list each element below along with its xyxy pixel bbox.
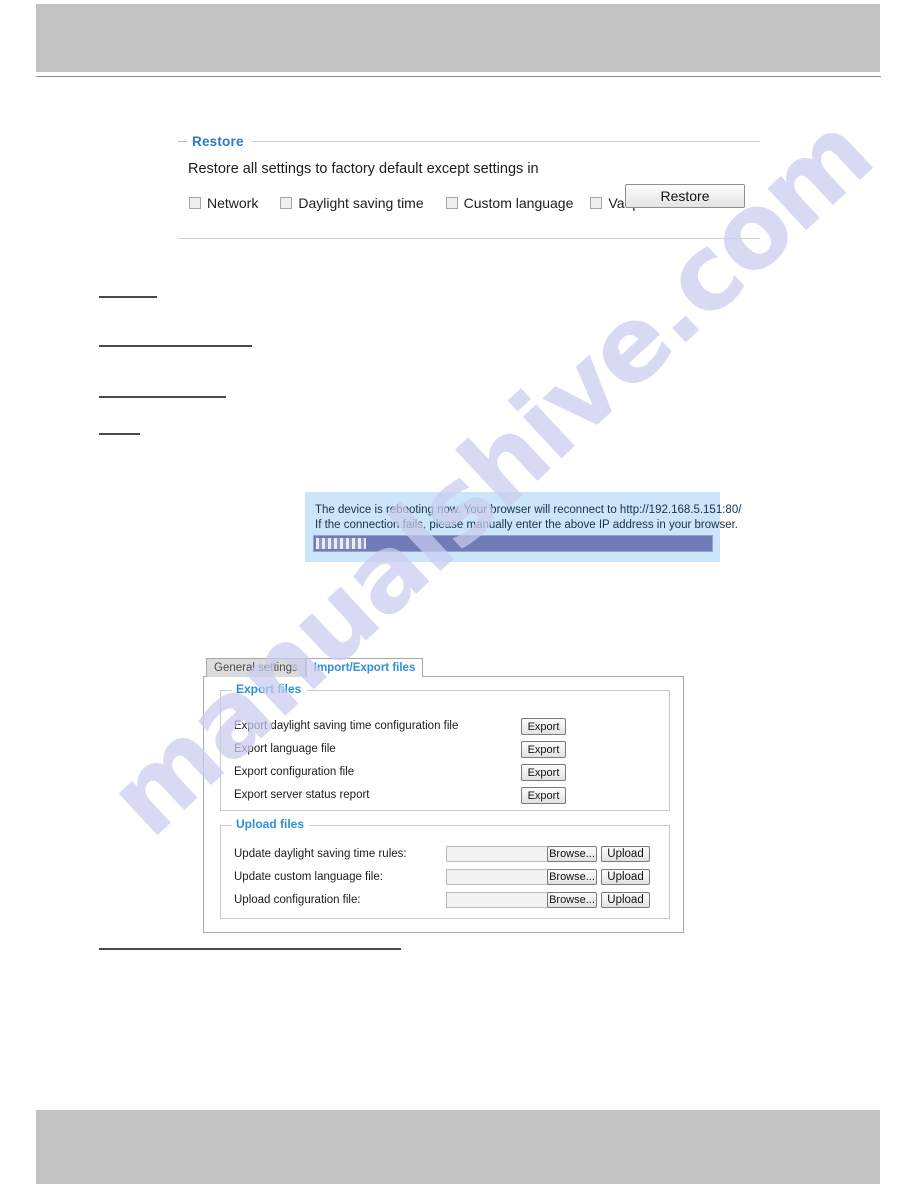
- reboot-message-line-1: The device is rebooting now. Your browse…: [315, 504, 742, 516]
- restore-options-group: Network Daylight saving time Custom lang…: [189, 191, 640, 215]
- checkbox-network[interactable]: Network: [189, 195, 258, 211]
- browse-configuration-file-button[interactable]: Browse...: [547, 892, 597, 908]
- restore-button[interactable]: Restore: [625, 184, 745, 208]
- restore-description: Restore all settings to factory default …: [188, 161, 539, 177]
- export-row: Export server status report: [234, 785, 370, 805]
- upload-custom-language-button[interactable]: Upload: [601, 869, 650, 885]
- upload-row: Update daylight saving time rules:: [234, 844, 407, 864]
- export-row: Export language file: [234, 739, 336, 759]
- upload-files-fieldset: Upload files Update daylight saving time…: [220, 817, 670, 919]
- redacted-text-underline: [99, 948, 401, 950]
- tab-import-export-files[interactable]: Import/Export files: [305, 658, 424, 677]
- checkbox-daylight-saving-time[interactable]: Daylight saving time: [280, 195, 424, 211]
- configuration-file-input[interactable]: [446, 892, 551, 908]
- page-header-divider: [36, 76, 881, 77]
- restore-legend-label: Restore: [192, 133, 244, 149]
- export-row: Export configuration file: [234, 762, 354, 782]
- export-row-label: Export daylight saving time configuratio…: [234, 720, 459, 732]
- browse-custom-language-button[interactable]: Browse...: [547, 869, 597, 885]
- upload-configuration-file-button[interactable]: Upload: [601, 892, 650, 908]
- reboot-progress-fill: [316, 538, 366, 549]
- upload-row: Update custom language file:: [234, 867, 383, 887]
- checkbox-label: Daylight saving time: [298, 195, 424, 211]
- upload-row: Upload configuration file:: [234, 890, 361, 910]
- redacted-text-underline: [99, 396, 226, 398]
- legend-dash: [178, 140, 187, 142]
- export-configuration-file-button[interactable]: Export: [521, 764, 566, 781]
- daylight-saving-rules-file-input[interactable]: [446, 846, 551, 862]
- checkbox-box-icon[interactable]: [189, 197, 201, 209]
- upload-row-label: Update daylight saving time rules:: [234, 848, 407, 860]
- export-daylight-saving-time-button[interactable]: Export: [521, 718, 566, 735]
- export-row: Export daylight saving time configuratio…: [234, 716, 458, 736]
- export-files-fieldset: Export files Export daylight saving time…: [220, 682, 670, 811]
- checkbox-box-icon[interactable]: [445, 197, 458, 209]
- browse-daylight-saving-rules-button[interactable]: Browse...: [547, 846, 597, 862]
- restore-legend: Restore: [178, 133, 760, 149]
- checkbox-box-icon[interactable]: [280, 197, 293, 209]
- custom-language-file-input[interactable]: [446, 869, 551, 885]
- restore-panel: Restore Restore all settings to factory …: [178, 133, 760, 238]
- import-export-panel: Export files Export daylight saving time…: [203, 676, 684, 933]
- page-header-bar: [36, 4, 880, 72]
- export-row-label: Export language file: [234, 743, 336, 755]
- reboot-progress-bar: [313, 535, 713, 552]
- reboot-message-line-2: If the connection fails, please manually…: [315, 519, 738, 531]
- legend-rule: [251, 140, 760, 142]
- tab-general-settings[interactable]: General settings: [206, 658, 306, 677]
- redacted-text-underline: [99, 296, 157, 298]
- restore-panel-bottom-divider: [178, 238, 760, 239]
- export-row-label: Export server status report: [234, 789, 370, 801]
- export-row-label: Export configuration file: [234, 766, 355, 778]
- checkbox-box-icon[interactable]: [590, 197, 603, 209]
- settings-tab-bar: General settings Import/Export files: [206, 658, 424, 677]
- checkbox-label: Network: [207, 195, 259, 211]
- checkbox-custom-language[interactable]: Custom language: [445, 195, 574, 211]
- export-language-file-button[interactable]: Export: [521, 741, 566, 758]
- export-server-status-report-button[interactable]: Export: [521, 787, 566, 804]
- checkbox-label: Custom language: [463, 195, 574, 211]
- reboot-notification-dialog: The device is rebooting now. Your browse…: [305, 492, 742, 562]
- upload-daylight-saving-rules-button[interactable]: Upload: [601, 846, 650, 862]
- upload-files-legend: Upload files: [232, 817, 311, 831]
- redacted-text-underline: [99, 345, 252, 347]
- redacted-text-underline: [99, 433, 140, 435]
- page-footer-bar: [36, 1110, 880, 1184]
- export-files-legend: Export files: [232, 682, 308, 696]
- upload-row-label: Update custom language file:: [234, 871, 383, 883]
- upload-row-label: Upload configuration file:: [234, 894, 361, 906]
